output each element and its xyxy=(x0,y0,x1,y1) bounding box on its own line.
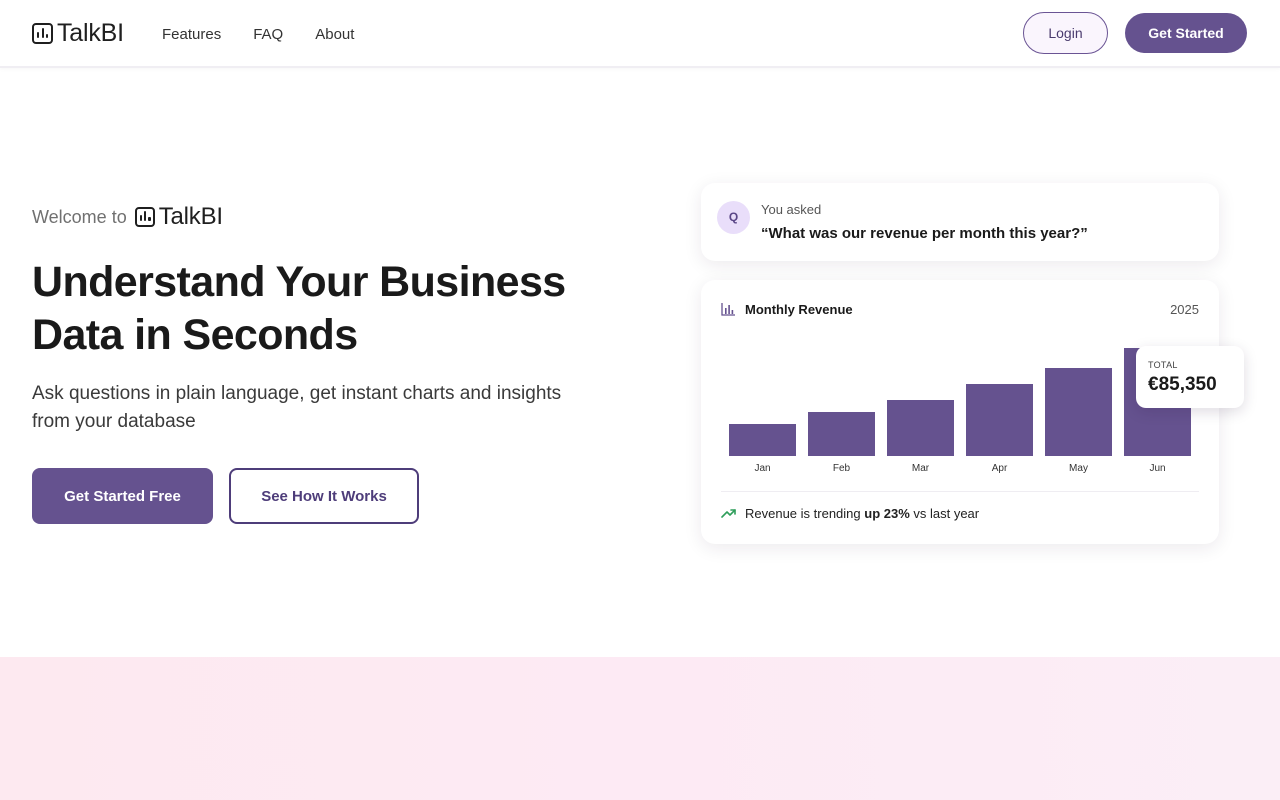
chart-card: Monthly Revenue 2025 Jan Feb Mar Apr May Jun … xyxy=(701,280,1219,544)
bar-may xyxy=(1045,368,1112,456)
x-tick-label: Feb xyxy=(833,463,851,474)
welcome-line: Welcome to TalkBI xyxy=(32,203,223,230)
top-navbar: TalkBI Features FAQ About Login Get Star… xyxy=(0,0,1280,68)
nav-features[interactable]: Features xyxy=(162,26,221,43)
bar-mar xyxy=(887,400,954,456)
logo-chart-icon xyxy=(32,22,53,44)
x-tick-label: Mar xyxy=(912,463,930,474)
hero-title: Understand Your Business Data in Seconds xyxy=(32,258,566,359)
login-button[interactable]: Login xyxy=(1023,12,1108,54)
bar-apr xyxy=(966,384,1033,456)
question-card: Q You asked “What was our revenue per mo… xyxy=(701,183,1219,261)
trending-up-icon xyxy=(721,509,736,518)
question-text: “What was our revenue per month this yea… xyxy=(761,225,1088,242)
logo-text: TalkBI xyxy=(57,18,124,47)
features-section-background xyxy=(0,657,1280,800)
question-avatar: Q xyxy=(717,201,750,234)
trend-prefix: Revenue is trending xyxy=(745,506,865,521)
trend-suffix: vs last year xyxy=(909,506,980,521)
bar-feb xyxy=(808,412,875,456)
hero-subtitle: Ask questions in plain language, get ins… xyxy=(32,383,562,432)
welcome-text: Welcome to xyxy=(32,206,127,227)
trend-highlight: up 23% xyxy=(864,506,910,521)
nav-about[interactable]: About xyxy=(315,26,354,43)
question-label: You asked xyxy=(761,202,822,217)
trend-text: Revenue is trending up 23% vs last year xyxy=(745,506,979,521)
revenue-bar-chart: Jan Feb Mar Apr May Jun xyxy=(729,348,1191,474)
main-nav: Features FAQ About xyxy=(162,26,386,43)
total-value: €85,350 xyxy=(1148,374,1217,395)
total-label: TOTAL xyxy=(1148,360,1178,370)
nav-faq[interactable]: FAQ xyxy=(253,26,283,43)
x-tick-label: Jan xyxy=(754,463,770,474)
x-tick-label: Apr xyxy=(992,463,1008,474)
x-tick-label: May xyxy=(1069,463,1088,474)
get-started-button[interactable]: Get Started xyxy=(1125,13,1247,53)
welcome-logo-text: TalkBI xyxy=(158,203,223,230)
see-how-it-works-button[interactable]: See How It Works xyxy=(229,468,419,524)
get-started-free-button[interactable]: Get Started Free xyxy=(32,468,213,524)
x-tick-label: Jun xyxy=(1149,463,1165,474)
chart-divider xyxy=(721,491,1199,492)
brand-logo[interactable]: TalkBI xyxy=(32,18,124,47)
total-badge: TOTAL €85,350 xyxy=(1136,346,1244,408)
welcome-logo-icon xyxy=(134,207,155,227)
bar-jan xyxy=(729,424,796,456)
